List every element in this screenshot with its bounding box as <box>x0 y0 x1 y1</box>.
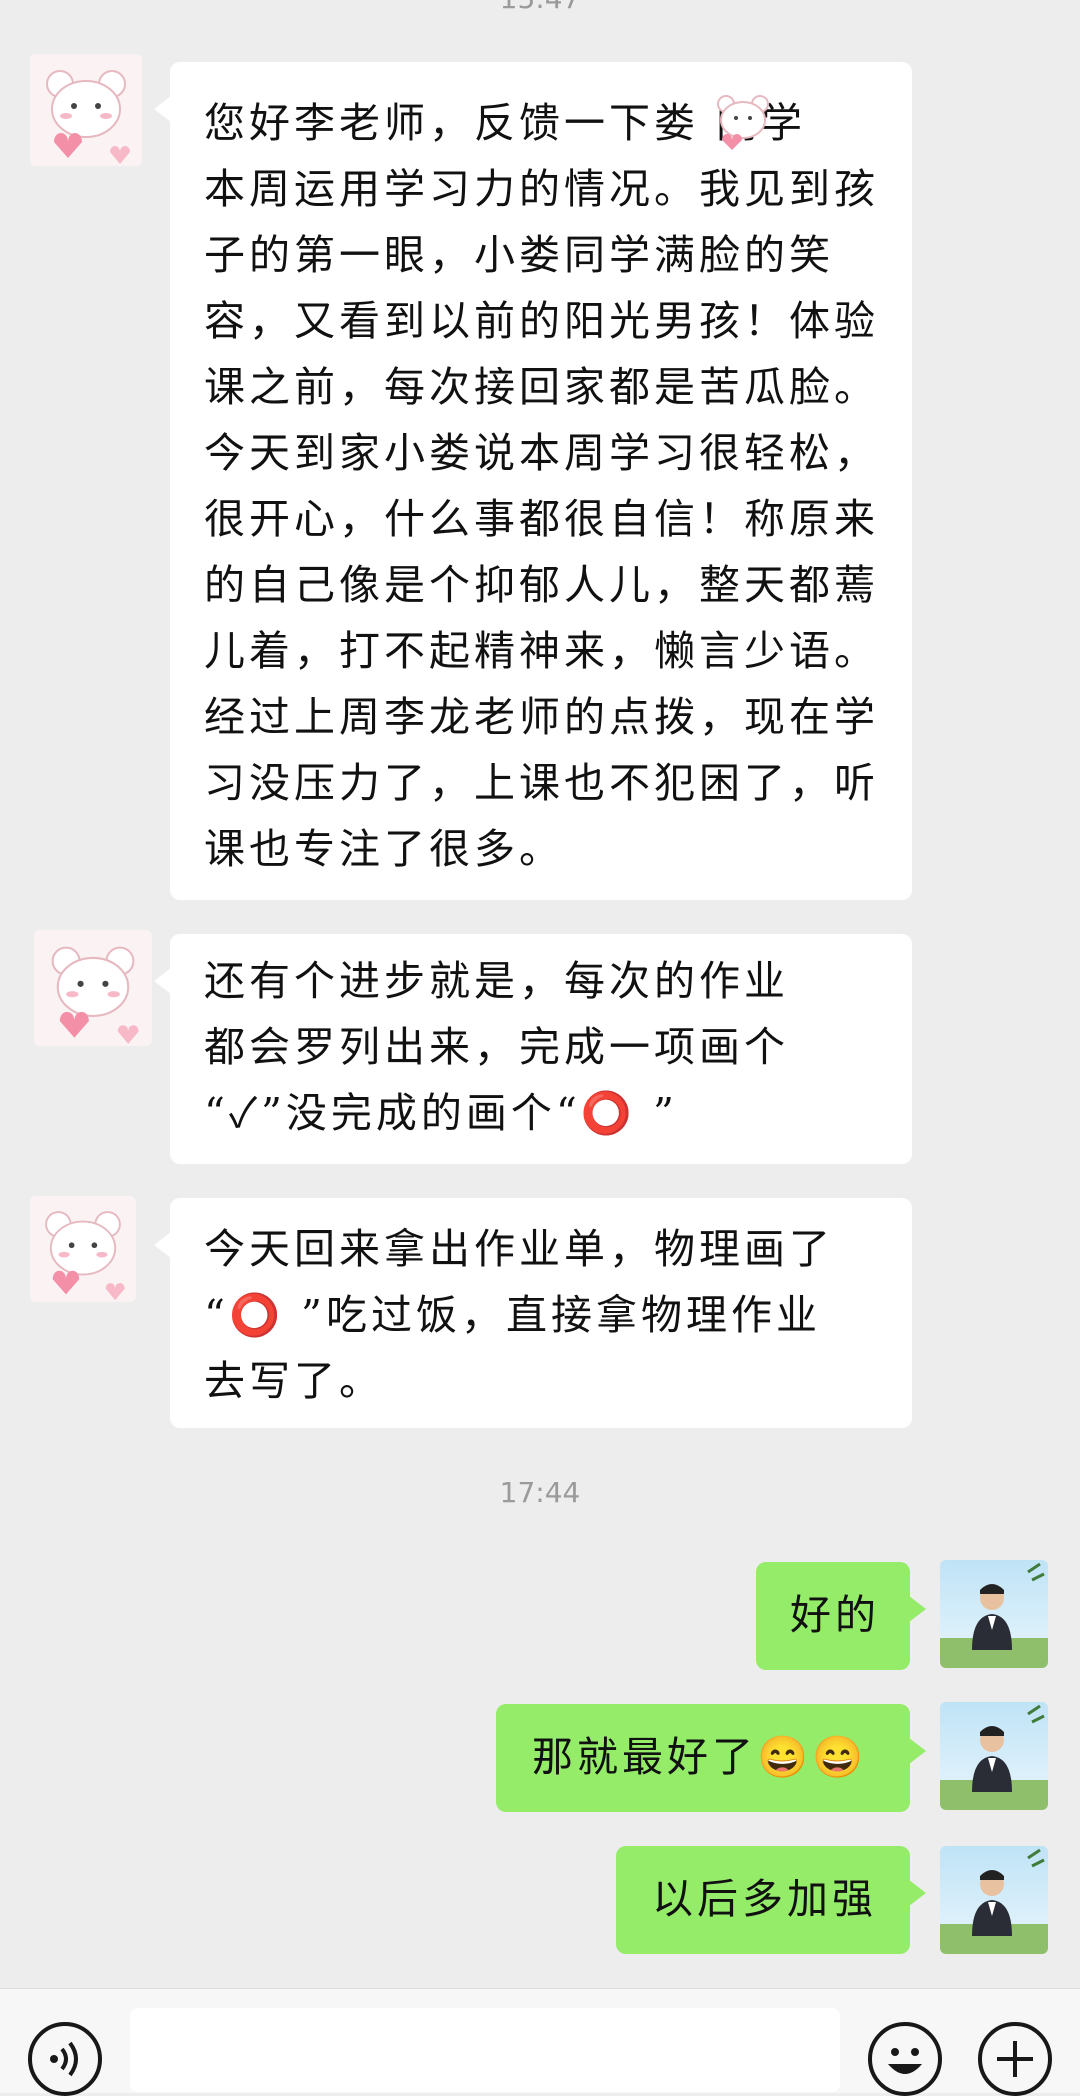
message-bubble-3[interactable]: 今天回来拿出作业单，物理画了 “⭕ ”吃过饭，直接拿物理作业 去写了。 <box>154 1198 912 1428</box>
message-text: 好的 <box>790 1591 880 1639</box>
contact-avatar[interactable] <box>30 1196 136 1302</box>
message-line: 儿着，打不起精神来，懒言少语。 <box>204 627 879 675</box>
voice-button[interactable] <box>28 2022 102 2096</box>
user-avatar[interactable] <box>940 1702 1048 1810</box>
message-line: 今天回来拿出作业单，物理画了 <box>204 1225 834 1273</box>
sent-message-bubble[interactable]: 好的 <box>756 1562 926 1670</box>
message-text: 以后多加强 <box>652 1875 877 1923</box>
person-icon <box>940 1848 1048 1954</box>
message-line: 经过上周李龙老师的点拨，现在学 <box>204 693 879 741</box>
emoji-icon <box>888 2048 922 2074</box>
bear-icon <box>46 70 130 164</box>
timestamp: 17:44 <box>499 1476 581 1509</box>
message-bubble-2[interactable]: 还有个进步就是，每次的作业 都会罗列出来，完成一项画个 “✓”没完成的画个“⭕ … <box>154 934 912 1164</box>
message-line: 的自己像是个抑郁人儿，整天都蔫 <box>204 561 879 609</box>
timestamp-top: 15:47 <box>0 0 1080 15</box>
sent-message-bubble[interactable]: 那就最好了😄😄 <box>496 1704 926 1812</box>
person-icon <box>940 1704 1048 1810</box>
message-text: 那就最好了😄😄 <box>532 1733 868 1781</box>
message-line: 很开心，什么事都很自信！称原来 <box>204 495 879 543</box>
plus-button[interactable] <box>978 2022 1052 2096</box>
voice-icon <box>50 2041 78 2077</box>
message-line: 您好李老师，反馈一下娄 同学 <box>204 99 807 147</box>
message-line: 课也专注了很多。 <box>204 825 564 873</box>
message-line: “✓”没完成的画个“⭕ ” <box>204 1089 678 1137</box>
bear-icon <box>45 1211 125 1301</box>
emoji-button[interactable] <box>868 2022 942 2096</box>
message-line: 课之前，每次接回家都是苦瓜脸。 <box>204 363 879 411</box>
bear-sticker-icon <box>717 95 769 150</box>
message-line: 本周运用学习力的情况。我见到孩 <box>204 165 879 213</box>
message-line: 今天到家小娄说本周学习很轻松， <box>204 429 879 477</box>
person-icon <box>940 1562 1048 1668</box>
message-line: 去写了。 <box>204 1357 384 1405</box>
message-line: 子的第一眼，小娄同学满脸的笑 <box>204 231 834 279</box>
message-input[interactable] <box>130 2008 840 2092</box>
message-bubble-1[interactable]: 您好李老师，反馈一下娄 同学 本周运用学习力的情况。我见到孩 子的第一眼，小娄同… <box>154 62 912 900</box>
contact-avatar[interactable] <box>34 930 152 1046</box>
plus-icon <box>997 2041 1033 2077</box>
message-line: 还有个进步就是，每次的作业 <box>204 957 789 1005</box>
contact-avatar[interactable] <box>30 54 142 166</box>
message-line: “⭕ ”吃过饭，直接拿物理作业 <box>204 1291 822 1339</box>
message-line: 都会罗列出来，完成一项画个 <box>204 1023 789 1071</box>
sent-message-bubble[interactable]: 以后多加强 <box>616 1846 926 1954</box>
bear-icon <box>51 946 139 1044</box>
user-avatar[interactable] <box>940 1560 1048 1668</box>
message-line: 习没压力了，上课也不犯困了，听 <box>204 759 879 807</box>
user-avatar[interactable] <box>940 1846 1048 1954</box>
message-line: 容，又看到以前的阳光男孩！体验 <box>204 297 879 345</box>
